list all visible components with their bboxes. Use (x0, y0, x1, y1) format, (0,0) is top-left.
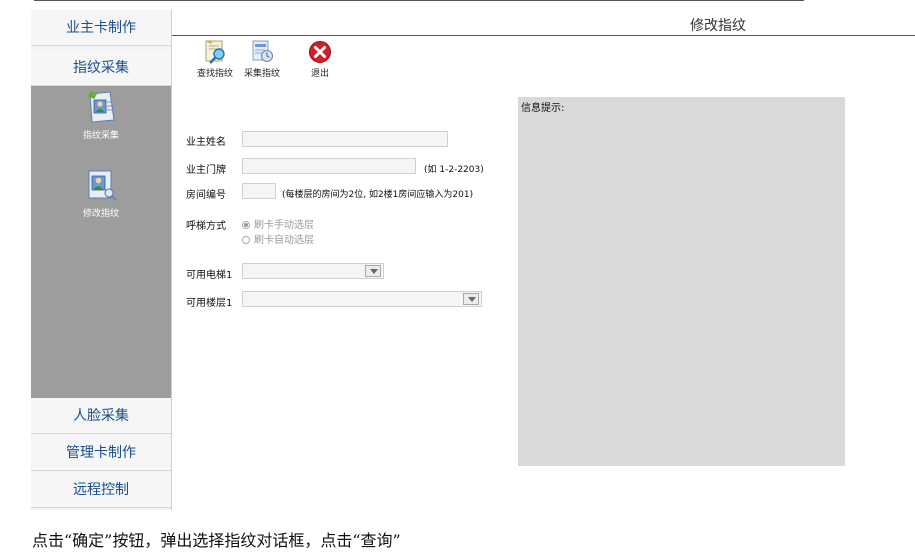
room-hint: (每楼层的房间为2位, 如2楼1房间应输入为201) (282, 190, 474, 200)
radio-dot (242, 236, 250, 244)
chevron-down-icon[interactable] (365, 265, 381, 277)
collect-fingerprint-button[interactable]: 采集指纹 (244, 40, 280, 79)
door-input[interactable] (242, 158, 416, 174)
sidebar: 业主卡制作 指纹采集 指纹采集 修改指纹 人脸采集 管理卡制作 远程控制 (31, 10, 172, 510)
search-fingerprint-icon (205, 40, 225, 64)
info-panel: 信息提示: (518, 97, 845, 466)
floor-label: 可用楼层1 (186, 298, 233, 309)
sidebar-item-admin-card[interactable]: 管理卡制作 (31, 435, 171, 471)
door-hint: (如 1-2-2203) (424, 165, 484, 175)
search-fingerprint-button[interactable]: 查找指纹 (197, 40, 233, 79)
sub-item-label: 修改指纹 (82, 209, 119, 219)
fingerprint-collect-icon (88, 90, 115, 123)
radio-manual-floor[interactable]: 刷卡手动选层 (242, 216, 314, 231)
fingerprint-sub-panel: 指纹采集 修改指纹 (31, 86, 171, 404)
elevator-label: 可用电梯1 (186, 270, 233, 281)
room-label: 房间编号 (186, 190, 226, 201)
top-rule (34, 0, 804, 1)
radio-dot (242, 221, 250, 229)
floor-select[interactable] (242, 291, 482, 307)
elevator-select[interactable] (242, 263, 384, 279)
radio-label: 刷卡手动选层 (254, 220, 314, 231)
collect-fingerprint-icon (252, 40, 273, 62)
sidebar-item-remote-control[interactable]: 远程控制 (31, 472, 171, 508)
document-caption: 点击“确定”按钮，弹出选择指纹对话框，点击“查询” (32, 531, 401, 550)
title-divider (172, 35, 915, 36)
sub-item-label: 指纹采集 (82, 131, 119, 141)
elevator-mode-label: 呼梯方式 (186, 221, 226, 232)
fingerprint-edit-icon (88, 170, 117, 201)
toolbar-label: 退出 (310, 69, 329, 79)
sub-item-fingerprint-collect[interactable]: 指纹采集 (31, 90, 171, 152)
chevron-down-icon[interactable] (463, 293, 479, 305)
radio-label: 刷卡自动选层 (254, 235, 314, 246)
page-title: 修改指纹 (690, 18, 746, 34)
owner-name-label: 业主姓名 (186, 137, 226, 148)
exit-button[interactable]: 退出 (307, 40, 333, 79)
toolbar-label: 采集指纹 (244, 69, 281, 79)
exit-icon (309, 41, 331, 63)
sub-item-fingerprint-edit[interactable]: 修改指纹 (31, 168, 171, 230)
door-label: 业主门牌 (186, 165, 226, 176)
sidebar-item-owner-card[interactable]: 业主卡制作 (31, 10, 171, 46)
sidebar-item-face[interactable]: 人脸采集 (31, 398, 171, 434)
owner-name-input[interactable] (242, 131, 448, 147)
info-label: 信息提示: (521, 103, 565, 114)
sidebar-item-fingerprint[interactable]: 指纹采集 (31, 50, 171, 86)
radio-auto-floor[interactable]: 刷卡自动选层 (242, 231, 314, 246)
toolbar-label: 查找指纹 (197, 69, 234, 79)
room-input[interactable] (242, 183, 276, 199)
